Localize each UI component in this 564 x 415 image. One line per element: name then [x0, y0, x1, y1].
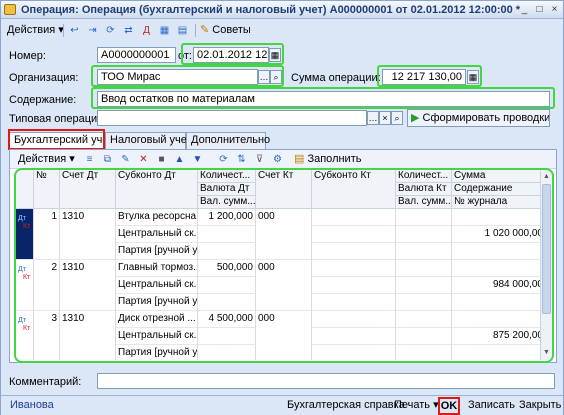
sum-highlight [377, 65, 482, 87]
date-highlight [181, 43, 284, 65]
advice-label: Советы [212, 24, 251, 36]
fill-label: Заполнить [307, 153, 362, 165]
sum-label: Сумма операции: [291, 72, 381, 84]
delete-row-icon[interactable]: ✕ [136, 152, 151, 167]
refresh-icon[interactable]: ⟳ [103, 23, 118, 38]
generate-button[interactable]: ▶ Сформировать проводки [407, 109, 550, 127]
generate-label: Сформировать проводки [422, 112, 550, 124]
refresh-icon[interactable]: ⟳ [216, 152, 231, 167]
document-window: Операция: Операция (бухгалтерский и нало… [0, 0, 564, 415]
type-label: Типовая операция: [9, 113, 107, 125]
content-label: Содержание: [9, 94, 77, 106]
maximize-button[interactable]: □ [533, 4, 546, 16]
dt-kt-icon[interactable]: Д [139, 23, 154, 38]
document-icon [4, 4, 16, 15]
window-title: Операция: Операция (бухгалтерский и нало… [21, 4, 521, 16]
close-button[interactable]: × [548, 4, 561, 16]
org-highlight [91, 65, 284, 87]
tab-additional[interactable]: Дополнительно [186, 132, 270, 149]
grid-highlight [14, 168, 554, 363]
fill-button[interactable]: ▤ Заполнить [294, 152, 361, 167]
move-up-icon[interactable]: ▲ [172, 152, 187, 167]
copy-row-icon[interactable]: ⧉ [100, 152, 115, 167]
org-label: Организация: [9, 72, 79, 84]
toolbar-separator [195, 24, 196, 37]
movements-icon[interactable]: ▦ [157, 23, 172, 38]
grid-actions-label: Действия [18, 153, 67, 165]
advice-icon: ✎ [200, 24, 210, 36]
minimize-button[interactable]: _ [518, 4, 531, 16]
save-button[interactable]: Записать [463, 398, 520, 414]
open-icon[interactable]: ⌕ [391, 111, 403, 125]
grid-toolbar: Действия ▾ ≡ ⧉ ✎ ✕ ■ ▲ ▼ ⟳ ⇅ ⊽ ⚙ ▤ Запол… [10, 150, 556, 169]
move-down-icon[interactable]: ▼ [190, 152, 205, 167]
hierarchy-icon[interactable]: ⇄ [121, 23, 136, 38]
content-highlight [91, 87, 555, 109]
advice-button[interactable]: ✎ Советы [200, 23, 251, 38]
end-edit-icon[interactable]: ■ [154, 152, 169, 167]
main-toolbar: Действия ▾ ↩ ⇥ ⟳ ⇄ Д ▦ ▤ ✎ Советы [1, 20, 563, 40]
report-icon[interactable]: ▤ [175, 23, 190, 38]
filter-icon[interactable]: ⊽ [252, 152, 267, 167]
comment-input[interactable] [97, 373, 555, 389]
settings-icon[interactable]: ⚙ [270, 152, 285, 167]
edit-row-icon[interactable]: ✎ [118, 152, 133, 167]
add-row-icon[interactable]: ≡ [82, 152, 97, 167]
close-form-button[interactable]: Закрыть [514, 398, 564, 414]
user-link[interactable]: Иванова [5, 398, 59, 414]
grid-actions-menu[interactable]: Действия ▾ [18, 152, 75, 167]
comment-label: Комментарий: [9, 376, 82, 388]
toolbar-separator [63, 24, 64, 37]
print-menu[interactable]: Печать ▾ [389, 398, 444, 414]
tab-tax[interactable]: Налоговый учет [105, 132, 192, 149]
type-input[interactable] [97, 110, 367, 126]
back-icon[interactable]: ↩ [67, 23, 82, 38]
sort-icon[interactable]: ⇅ [234, 152, 249, 167]
ok-button[interactable]: OK [438, 397, 460, 415]
accounting-panel: Действия ▾ ≡ ⧉ ✎ ✕ ■ ▲ ▼ ⟳ ⇅ ⊽ ⚙ ▤ Запол… [9, 149, 557, 363]
print-label: Печать [394, 399, 431, 411]
tab-highlight [8, 129, 105, 150]
title-bar: Операция: Операция (бухгалтерский и нало… [1, 1, 563, 19]
actions-label: Действия [7, 24, 56, 36]
fill-icon: ▤ [294, 153, 305, 165]
actions-menu[interactable]: Действия ▾ [7, 23, 64, 38]
select-button[interactable]: … [367, 111, 379, 125]
play-icon: ▶ [411, 112, 420, 124]
number-label: Номер: [9, 50, 46, 62]
clear-icon[interactable]: × [379, 111, 391, 125]
number-input[interactable]: А0000000001 [97, 47, 176, 63]
structure-icon[interactable]: ⇥ [85, 23, 100, 38]
bottom-bar: Иванова Бухгалтерская справка Печать ▾ O… [1, 395, 563, 415]
